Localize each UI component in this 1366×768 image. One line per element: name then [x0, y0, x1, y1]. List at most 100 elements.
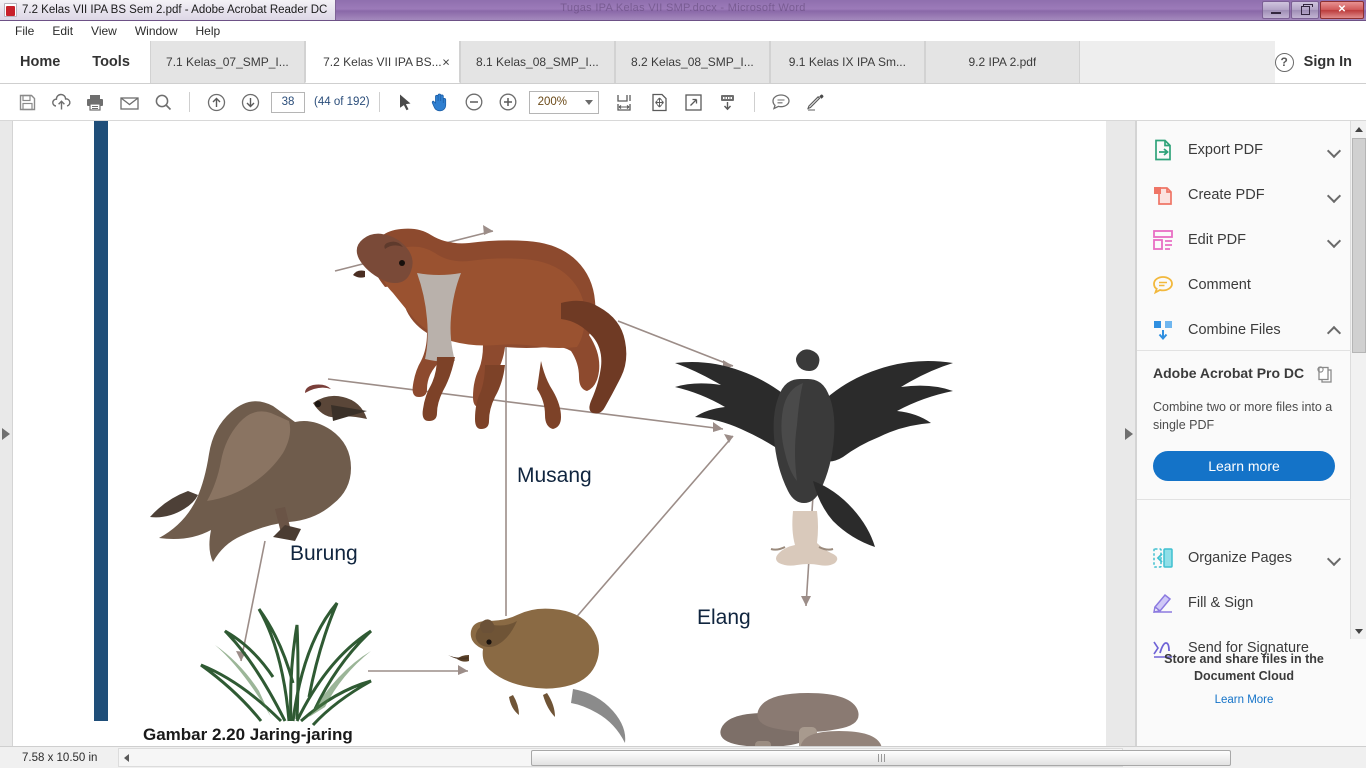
pdf-page: Burung Musang Elang Pengurai Gambar 2.20… — [13, 121, 1106, 746]
tool-organize-pages[interactable]: Organize Pages — [1137, 535, 1351, 580]
toolbar-divider-3 — [753, 92, 755, 112]
cloud-note-line1: Store and share files in the — [1164, 652, 1324, 666]
search-icon[interactable] — [146, 87, 180, 117]
menu-window[interactable]: Window — [126, 22, 187, 40]
menu-file[interactable]: File — [6, 22, 43, 40]
restore-button[interactable] — [1291, 1, 1319, 19]
close-icon[interactable]: × — [442, 55, 450, 68]
sign-in-button[interactable]: Sign In — [1304, 54, 1352, 70]
tool-comment[interactable]: Comment — [1137, 262, 1351, 307]
menu-bar: File Edit View Window Help — [0, 21, 1366, 41]
minimize-button[interactable] — [1262, 1, 1290, 19]
page-dimensions-label: 7.58 x 10.50 in — [22, 751, 98, 764]
tab-7-2-kelas-vii-ipa[interactable]: 7.2 Kelas VII IPA BS... × — [304, 41, 460, 83]
print-icon[interactable] — [78, 87, 112, 117]
tab-label: 7.1 Kelas_07_SMP_I... — [166, 55, 289, 69]
home-button[interactable]: Home — [4, 41, 76, 83]
bird-illustration — [150, 384, 367, 562]
chevron-right-icon — [2, 427, 10, 440]
tool-fill-and-sign[interactable]: Fill & Sign — [1137, 580, 1351, 625]
learn-more-button[interactable]: Learn more — [1153, 450, 1335, 481]
highlight-icon[interactable] — [798, 87, 832, 117]
tool-create-pdf[interactable]: Create PDF — [1137, 172, 1351, 217]
horizontal-scrollbar[interactable] — [118, 748, 1231, 767]
food-web-connectors — [150, 225, 953, 746]
zoom-level-select[interactable]: 200% — [528, 90, 599, 114]
document-view[interactable]: Burung Musang Elang Pengurai Gambar 2.20… — [13, 121, 1106, 746]
menu-view[interactable]: View — [82, 22, 126, 40]
chevron-right-icon — [1125, 427, 1133, 440]
tab-8-2-kelas-08[interactable]: 8.2 Kelas_08_SMP_I... — [614, 41, 770, 83]
tools-panel: Export PDF Create PDF Edit PDF Comment C… — [1136, 121, 1366, 746]
tab-9-1-kelas-ix[interactable]: 9.1 Kelas IX IPA Sm... — [769, 41, 925, 83]
grip-line — [877, 754, 879, 762]
menu-edit[interactable]: Edit — [43, 22, 82, 40]
navigation-pane-toggle[interactable] — [0, 121, 13, 746]
chevron-down-icon[interactable] — [1328, 551, 1341, 564]
tool-combine-files[interactable]: Combine Files — [1137, 307, 1351, 352]
tool-export-pdf[interactable]: Export PDF — [1137, 127, 1351, 172]
fill-sign-icon — [1151, 591, 1175, 615]
copy-pages-icon — [1315, 365, 1335, 390]
help-icon[interactable]: ? — [1274, 52, 1294, 72]
comment-icon[interactable] — [764, 87, 798, 117]
scroll-mode-icon[interactable] — [711, 87, 745, 117]
chevron-down-icon[interactable] — [1328, 143, 1341, 156]
tabbar-right-group: ? Sign In — [1274, 41, 1366, 83]
chevron-down-icon — [584, 99, 593, 105]
right-pane-toggle[interactable] — [1123, 121, 1136, 746]
food-web-diagram: Burung Musang Elang Pengurai — [13, 121, 1106, 746]
scroll-down-icon[interactable] — [1351, 623, 1366, 639]
combine-files-icon — [1151, 318, 1175, 342]
tool-edit-pdf[interactable]: Edit PDF — [1137, 217, 1351, 262]
tab-9-2-ipa-2[interactable]: 9.2 IPA 2.pdf — [924, 41, 1080, 83]
acrobat-pro-promo: Adobe Acrobat Pro DC Combine two or more… — [1137, 350, 1351, 500]
figure-caption: Gambar 2.20 Jaring-jaring — [143, 725, 353, 744]
scroll-left-icon[interactable] — [120, 751, 133, 764]
rat-illustration — [448, 608, 626, 743]
toolbar-divider-2 — [378, 92, 380, 112]
zoom-level-value: 200% — [537, 96, 568, 108]
email-icon[interactable] — [112, 87, 146, 117]
fit-page-icon[interactable] — [643, 87, 677, 117]
page-number-input[interactable]: 38 — [271, 91, 305, 113]
hand-tool-icon[interactable] — [423, 87, 457, 117]
tab-label: 9.2 IPA 2.pdf — [968, 55, 1037, 69]
comment-icon — [1151, 273, 1175, 297]
scrollbar-thumb[interactable] — [1352, 138, 1366, 353]
status-bar: 7.58 x 10.50 in — [0, 746, 1366, 768]
upload-cloud-icon[interactable] — [44, 87, 78, 117]
chevron-up-icon[interactable] — [1328, 323, 1341, 336]
scrollbar-thumb[interactable] — [531, 750, 1231, 766]
next-page-icon[interactable] — [233, 87, 267, 117]
tool-label: Fill & Sign — [1188, 594, 1254, 611]
scroll-up-icon[interactable] — [1351, 121, 1366, 137]
acrobat-reader-window: Tugas IPA Kelas VII SMP.docx - Microsoft… — [0, 0, 1366, 768]
menu-help[interactable]: Help — [187, 22, 230, 40]
fit-width-icon[interactable] — [609, 87, 643, 117]
export-pdf-icon — [1151, 138, 1175, 162]
read-mode-icon[interactable] — [677, 87, 711, 117]
tools-panel-scrollbar[interactable] — [1350, 121, 1366, 639]
cloud-learn-more-link[interactable]: Learn More — [1151, 694, 1337, 706]
previous-page-icon[interactable] — [199, 87, 233, 117]
zoom-in-icon[interactable] — [491, 87, 525, 117]
tab-8-1-kelas-08[interactable]: 8.1 Kelas_08_SMP_I... — [459, 41, 615, 83]
document-cloud-note: Store and share files in the Document Cl… — [1137, 643, 1351, 706]
tab-label: 9.1 Kelas IX IPA Sm... — [788, 55, 906, 69]
chevron-down-icon[interactable] — [1328, 233, 1341, 246]
toolbar-divider — [189, 92, 190, 112]
save-icon[interactable] — [10, 87, 44, 117]
grass-illustration — [200, 602, 373, 727]
chevron-down-icon[interactable] — [1328, 188, 1341, 201]
select-tool-icon[interactable] — [389, 87, 423, 117]
window-controls: ✕ — [1262, 1, 1364, 19]
close-button[interactable]: ✕ — [1320, 1, 1364, 19]
grip-line — [883, 754, 885, 762]
tab-7-1-kelas-07[interactable]: 7.1 Kelas_07_SMP_I... — [149, 41, 305, 83]
tab-label: 8.1 Kelas_08_SMP_I... — [476, 55, 599, 69]
zoom-out-icon[interactable] — [457, 87, 491, 117]
node-label-burung: Burung — [290, 542, 358, 565]
promo-header: Adobe Acrobat Pro DC — [1153, 365, 1335, 390]
tools-button[interactable]: Tools — [76, 41, 146, 83]
